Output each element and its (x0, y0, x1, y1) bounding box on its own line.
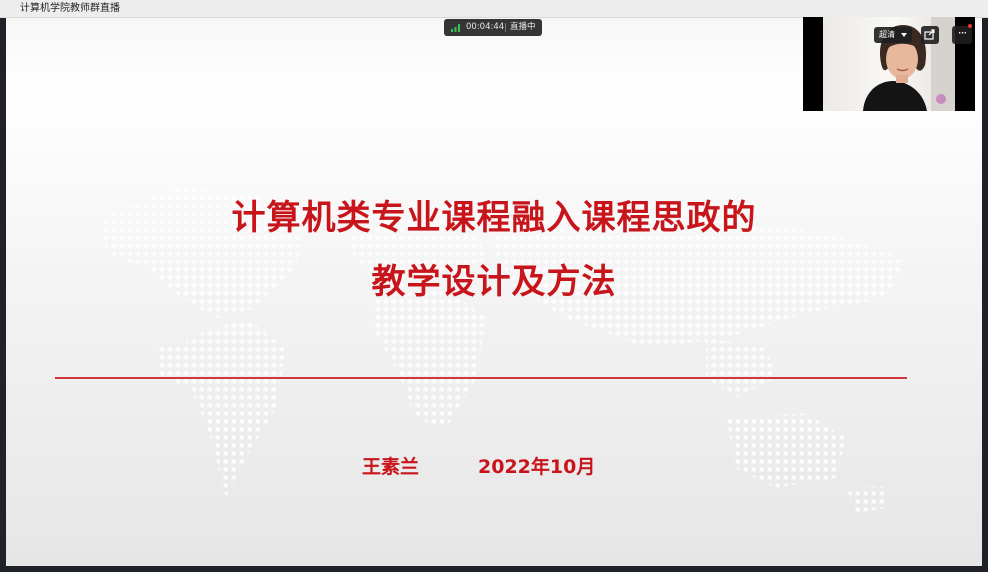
slide-title-line1: 计算机类专业课程融入课程思政的 (231, 198, 757, 238)
share-icon (924, 29, 935, 40)
chevron-down-icon (901, 33, 907, 37)
slide-date: 2022年10月 (478, 456, 596, 478)
window-titlebar: 计算机学院教师群直播 (0, 0, 988, 18)
slide-divider (55, 377, 907, 379)
clarity-label: 超清 (879, 30, 895, 39)
more-options-button[interactable]: ··· (952, 26, 972, 44)
slide-author: 王素兰 (362, 456, 420, 478)
slide-title-line2: 教学设计及方法 (371, 262, 617, 302)
signal-icon (451, 24, 460, 32)
more-icon: ··· (957, 26, 968, 40)
live-status-pill: 00:04:44 直播中 (444, 19, 542, 36)
video-clarity-dropdown[interactable]: 超清 (874, 27, 912, 43)
live-elapsed-time: 00:04:44 (466, 22, 505, 32)
window-title: 计算机学院教师群直播 (20, 3, 120, 14)
notification-dot (968, 24, 972, 28)
live-state-label: 直播中 (510, 22, 536, 32)
pill-separator (505, 23, 506, 32)
share-button[interactable] (921, 26, 939, 44)
